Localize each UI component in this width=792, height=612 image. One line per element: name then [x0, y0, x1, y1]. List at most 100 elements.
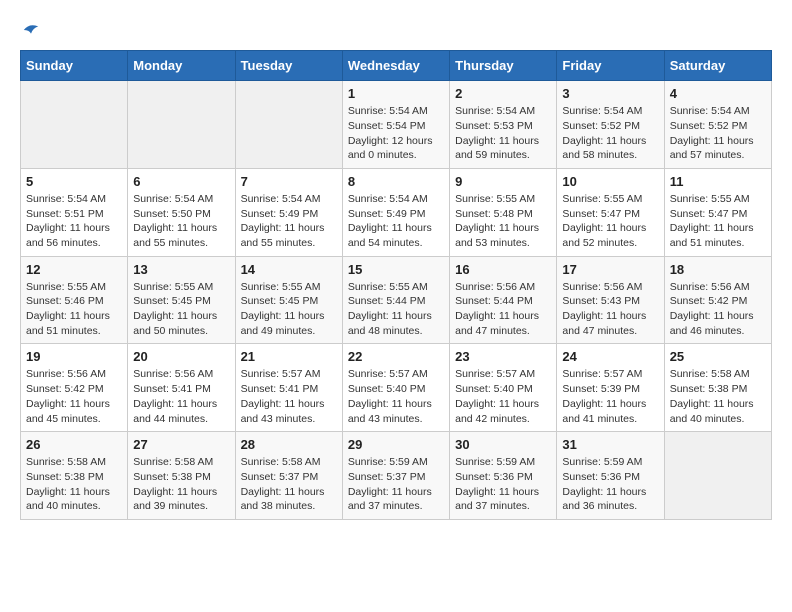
calendar-cell: 23 Sunrise: 5:57 AMSunset: 5:40 PMDayligh…	[450, 344, 557, 432]
day-info: Sunrise: 5:56 AMSunset: 5:42 PMDaylight:…	[26, 367, 122, 426]
day-number: 30	[455, 437, 551, 452]
calendar-cell: 21Sunrise: 5:57 AMSunset: 5:41 PMDayligh…	[235, 344, 342, 432]
calendar-cell: 12 Sunrise: 5:55 AMSunset: 5:46 PMDayligh…	[21, 256, 128, 344]
calendar-week-row: 5 Sunrise: 5:54 AMSunset: 5:51 PMDaylight…	[21, 168, 772, 256]
calendar-cell: 15 Sunrise: 5:55 AMSunset: 5:44 PMDayligh…	[342, 256, 449, 344]
calendar-week-row: 26 Sunrise: 5:58 AMSunset: 5:38 PMDayligh…	[21, 432, 772, 520]
day-number: 17	[562, 262, 658, 277]
day-number: 20	[133, 349, 229, 364]
weekday-header-tuesday: Tuesday	[235, 51, 342, 81]
calendar-cell: 25Sunrise: 5:58 AMSunset: 5:38 PMDayligh…	[664, 344, 771, 432]
calendar-cell: 11 Sunrise: 5:55 AMSunset: 5:47 PMDayligh…	[664, 168, 771, 256]
day-info: Sunrise: 5:59 AMSunset: 5:37 PMDaylight:…	[348, 455, 444, 514]
calendar-cell: 13Sunrise: 5:55 AMSunset: 5:45 PMDayligh…	[128, 256, 235, 344]
day-info: Sunrise: 5:57 AMSunset: 5:40 PMDaylight:…	[455, 367, 551, 426]
calendar-cell: 5 Sunrise: 5:54 AMSunset: 5:51 PMDaylight…	[21, 168, 128, 256]
calendar-cell: 6Sunrise: 5:54 AMSunset: 5:50 PMDaylight…	[128, 168, 235, 256]
calendar-cell: 30 Sunrise: 5:59 AMSunset: 5:36 PMDayligh…	[450, 432, 557, 520]
day-info: Sunrise: 5:59 AMSunset: 5:36 PMDaylight:…	[562, 455, 658, 514]
logo-bird-icon	[22, 21, 40, 39]
day-number: 13	[133, 262, 229, 277]
day-info: Sunrise: 5:54 AMSunset: 5:53 PMDaylight:…	[455, 104, 551, 163]
day-number: 3	[562, 86, 658, 101]
day-number: 4	[670, 86, 766, 101]
day-info: Sunrise: 5:55 AMSunset: 5:47 PMDaylight:…	[562, 192, 658, 251]
day-number: 28	[241, 437, 337, 452]
day-info: Sunrise: 5:58 AMSunset: 5:38 PMDaylight:…	[670, 367, 766, 426]
calendar-cell: 19 Sunrise: 5:56 AMSunset: 5:42 PMDayligh…	[21, 344, 128, 432]
day-number: 14	[241, 262, 337, 277]
weekday-header-monday: Monday	[128, 51, 235, 81]
day-number: 23	[455, 349, 551, 364]
day-info: Sunrise: 5:58 AMSunset: 5:38 PMDaylight:…	[133, 455, 229, 514]
day-number: 2	[455, 86, 551, 101]
day-info: Sunrise: 5:58 AMSunset: 5:38 PMDaylight:…	[26, 455, 122, 514]
day-number: 16	[455, 262, 551, 277]
calendar-cell: 4 Sunrise: 5:54 AMSunset: 5:52 PMDaylight…	[664, 81, 771, 169]
calendar-cell	[128, 81, 235, 169]
logo-text	[20, 20, 40, 44]
day-info: Sunrise: 5:55 AMSunset: 5:44 PMDaylight:…	[348, 280, 444, 339]
calendar-cell: 10 Sunrise: 5:55 AMSunset: 5:47 PMDayligh…	[557, 168, 664, 256]
calendar-cell: 14 Sunrise: 5:55 AMSunset: 5:45 PMDayligh…	[235, 256, 342, 344]
day-info: Sunrise: 5:54 AMSunset: 5:52 PMDaylight:…	[670, 104, 766, 163]
calendar-week-row: 12 Sunrise: 5:55 AMSunset: 5:46 PMDayligh…	[21, 256, 772, 344]
day-info: Sunrise: 5:56 AMSunset: 5:43 PMDaylight:…	[562, 280, 658, 339]
calendar-cell	[21, 81, 128, 169]
calendar-cell: 9 Sunrise: 5:55 AMSunset: 5:48 PMDaylight…	[450, 168, 557, 256]
day-number: 18	[670, 262, 766, 277]
calendar-cell: 7Sunrise: 5:54 AMSunset: 5:49 PMDaylight…	[235, 168, 342, 256]
calendar-cell: 24Sunrise: 5:57 AMSunset: 5:39 PMDayligh…	[557, 344, 664, 432]
day-number: 26	[26, 437, 122, 452]
calendar-table: SundayMondayTuesdayWednesdayThursdayFrid…	[20, 50, 772, 520]
calendar-week-row: 1 Sunrise: 5:54 AMSunset: 5:54 PMDaylight…	[21, 81, 772, 169]
day-number: 29	[348, 437, 444, 452]
day-number: 1	[348, 86, 444, 101]
day-info: Sunrise: 5:58 AMSunset: 5:37 PMDaylight:…	[241, 455, 337, 514]
calendar-cell: 18Sunrise: 5:56 AMSunset: 5:42 PMDayligh…	[664, 256, 771, 344]
day-number: 31	[562, 437, 658, 452]
day-number: 12	[26, 262, 122, 277]
day-number: 19	[26, 349, 122, 364]
day-info: Sunrise: 5:57 AMSunset: 5:40 PMDaylight:…	[348, 367, 444, 426]
day-number: 10	[562, 174, 658, 189]
calendar-cell: 22 Sunrise: 5:57 AMSunset: 5:40 PMDayligh…	[342, 344, 449, 432]
calendar-cell: 16 Sunrise: 5:56 AMSunset: 5:44 PMDayligh…	[450, 256, 557, 344]
day-number: 9	[455, 174, 551, 189]
calendar-cell: 28 Sunrise: 5:58 AMSunset: 5:37 PMDayligh…	[235, 432, 342, 520]
day-info: Sunrise: 5:55 AMSunset: 5:46 PMDaylight:…	[26, 280, 122, 339]
logo	[20, 20, 40, 40]
calendar-cell: 26 Sunrise: 5:58 AMSunset: 5:38 PMDayligh…	[21, 432, 128, 520]
calendar-cell: 17 Sunrise: 5:56 AMSunset: 5:43 PMDayligh…	[557, 256, 664, 344]
calendar-cell: 3 Sunrise: 5:54 AMSunset: 5:52 PMDaylight…	[557, 81, 664, 169]
calendar-cell: 1 Sunrise: 5:54 AMSunset: 5:54 PMDaylight…	[342, 81, 449, 169]
day-info: Sunrise: 5:56 AMSunset: 5:41 PMDaylight:…	[133, 367, 229, 426]
page-header	[20, 20, 772, 40]
weekday-header-thursday: Thursday	[450, 51, 557, 81]
day-info: Sunrise: 5:55 AMSunset: 5:47 PMDaylight:…	[670, 192, 766, 251]
day-info: Sunrise: 5:59 AMSunset: 5:36 PMDaylight:…	[455, 455, 551, 514]
calendar-cell: 2 Sunrise: 5:54 AMSunset: 5:53 PMDaylight…	[450, 81, 557, 169]
day-number: 15	[348, 262, 444, 277]
day-info: Sunrise: 5:54 AMSunset: 5:50 PMDaylight:…	[133, 192, 229, 251]
day-number: 5	[26, 174, 122, 189]
weekday-header-saturday: Saturday	[664, 51, 771, 81]
calendar-cell: 8Sunrise: 5:54 AMSunset: 5:49 PMDaylight…	[342, 168, 449, 256]
calendar-cell	[235, 81, 342, 169]
day-info: Sunrise: 5:55 AMSunset: 5:45 PMDaylight:…	[241, 280, 337, 339]
day-number: 22	[348, 349, 444, 364]
day-number: 8	[348, 174, 444, 189]
day-info: Sunrise: 5:57 AMSunset: 5:39 PMDaylight:…	[562, 367, 658, 426]
day-info: Sunrise: 5:54 AMSunset: 5:52 PMDaylight:…	[562, 104, 658, 163]
day-info: Sunrise: 5:54 AMSunset: 5:54 PMDaylight:…	[348, 104, 444, 163]
calendar-cell	[664, 432, 771, 520]
day-info: Sunrise: 5:55 AMSunset: 5:48 PMDaylight:…	[455, 192, 551, 251]
calendar-cell: 29 Sunrise: 5:59 AMSunset: 5:37 PMDayligh…	[342, 432, 449, 520]
calendar-cell: 31 Sunrise: 5:59 AMSunset: 5:36 PMDayligh…	[557, 432, 664, 520]
weekday-header-sunday: Sunday	[21, 51, 128, 81]
calendar-cell: 20 Sunrise: 5:56 AMSunset: 5:41 PMDayligh…	[128, 344, 235, 432]
day-info: Sunrise: 5:54 AMSunset: 5:51 PMDaylight:…	[26, 192, 122, 251]
day-info: Sunrise: 5:56 AMSunset: 5:44 PMDaylight:…	[455, 280, 551, 339]
day-number: 11	[670, 174, 766, 189]
weekday-header-row: SundayMondayTuesdayWednesdayThursdayFrid…	[21, 51, 772, 81]
